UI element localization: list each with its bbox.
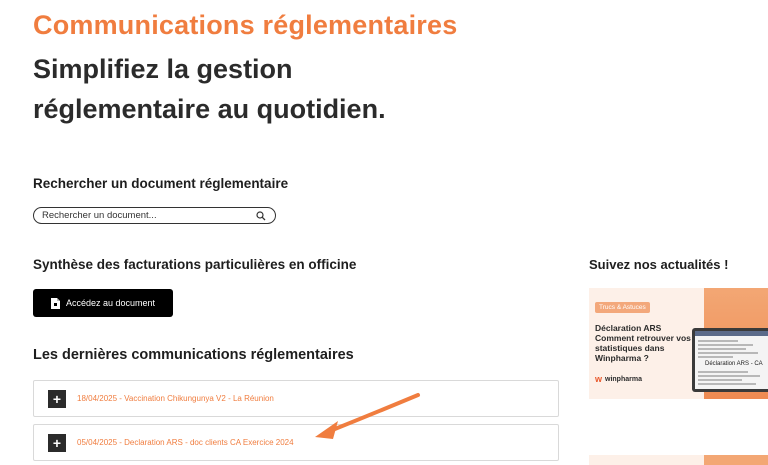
- news-card-headline: Déclaration ARS Comment retrouver vos st…: [595, 323, 691, 363]
- news-card[interactable]: Trucs & Astuces Déclaration ARS Comment …: [589, 288, 768, 399]
- plus-icon[interactable]: +: [48, 389, 66, 408]
- subtitle-line-2: réglementaire au quotidien.: [33, 94, 386, 124]
- document-icon: [51, 297, 60, 309]
- synthese-label: Synthèse des facturations particulières …: [33, 257, 357, 272]
- annotation-arrow-icon: [315, 393, 420, 439]
- news-card-tag: Trucs & Astuces: [595, 302, 650, 313]
- latest-communications-label: Les dernières communications réglementai…: [33, 347, 354, 363]
- accordion-item-title[interactable]: 18/04/2025 - Vaccination Chikungunya V2 …: [77, 394, 274, 403]
- page-title: Communications réglementaires: [33, 10, 458, 40]
- accordion-item[interactable]: + 05/04/2025 - Declaration ARS - doc cli…: [33, 424, 559, 461]
- news-card[interactable]: [589, 455, 768, 465]
- plus-icon[interactable]: +: [48, 433, 66, 452]
- screenshot-thumbnail: Déclaration ARS - CA: [692, 328, 768, 392]
- screenshot-title: Déclaration ARS - CA: [705, 361, 763, 367]
- winpharma-brand-text: winpharma: [605, 375, 642, 383]
- winpharma-logo: w winpharma: [595, 374, 642, 384]
- search-icon[interactable]: [255, 210, 267, 222]
- search-box[interactable]: [33, 207, 276, 224]
- subtitle-line-1: Simplifiez la gestion: [33, 54, 293, 84]
- search-label: Rechercher un document réglementaire: [33, 176, 289, 191]
- accordion-item-title[interactable]: 05/04/2025 - Declaration ARS - doc clien…: [77, 438, 294, 447]
- access-document-label: Accédez au document: [66, 298, 156, 308]
- page-subtitle: Simplifiez la gestion réglementaire au q…: [33, 49, 386, 129]
- accordion-item[interactable]: + 18/04/2025 - Vaccination Chikungunya V…: [33, 380, 559, 417]
- news-card-band: [704, 455, 768, 465]
- winpharma-logo-icon: w: [595, 374, 603, 384]
- search-input[interactable]: [42, 210, 255, 221]
- news-label: Suivez nos actualités !: [589, 257, 729, 272]
- access-document-button[interactable]: Accédez au document: [33, 289, 173, 317]
